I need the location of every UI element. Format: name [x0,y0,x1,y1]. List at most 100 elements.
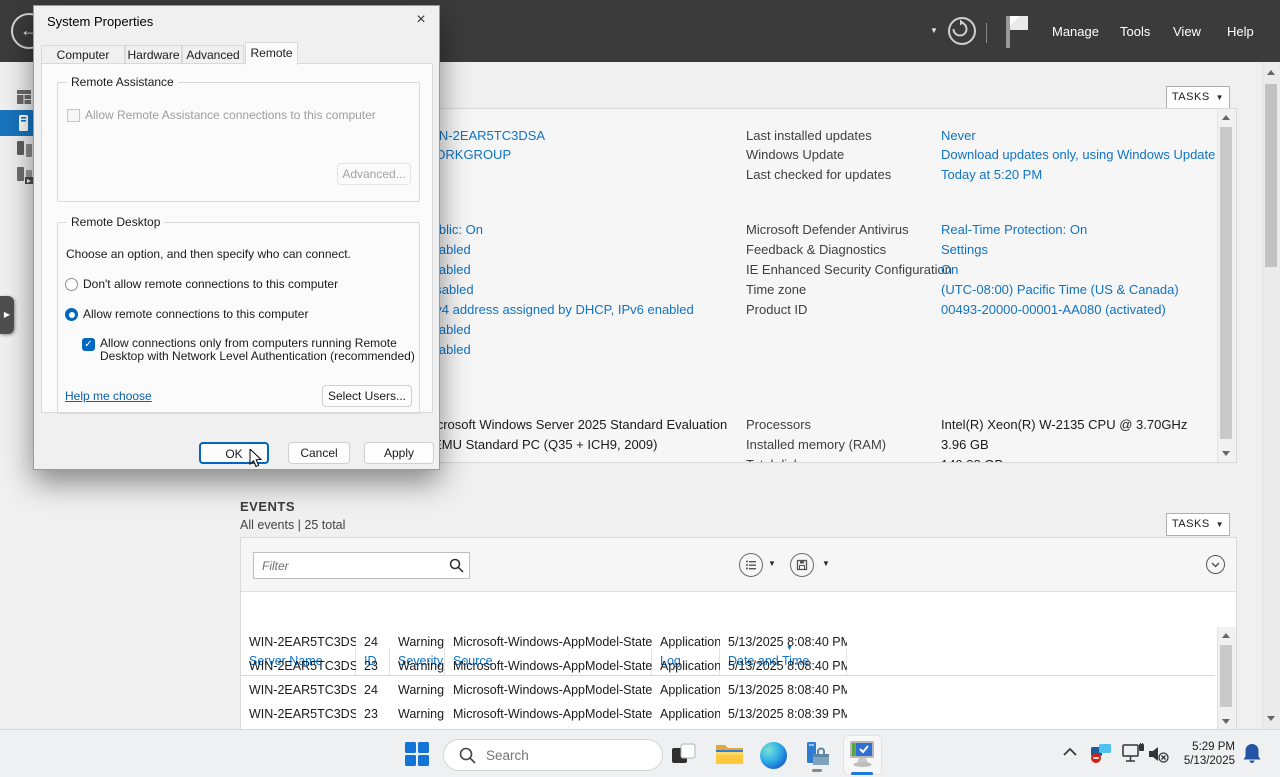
prop-computer-name[interactable]: WIN-2EAR5TC3DSA [423,128,545,143]
prop-label: Product ID [746,302,808,317]
scroll-down-icon[interactable] [1267,716,1275,721]
notifications-bell-icon[interactable] [1242,742,1262,766]
toolbar-separator [986,23,987,43]
events-table: Server Name ID Severity Source Log Date … [241,591,1236,730]
allow-remote-radio[interactable] [65,308,78,321]
network-status-icon[interactable] [1089,742,1113,766]
chevron-down-glyph [1211,562,1220,568]
display-connection-icon[interactable] [1122,743,1146,765]
active-indicator [851,772,873,775]
dashboard-icon [17,90,31,104]
events-subtitle: All events | 25 total [240,518,346,532]
scrollbar-thumb[interactable] [1220,645,1232,707]
start-button[interactable] [404,741,430,767]
search-icon[interactable] [449,558,464,573]
system-properties-app-icon [850,741,874,767]
nla-checkbox[interactable]: ✓ [82,338,95,351]
folder-icon [716,745,743,764]
prop-os-version: Microsoft Windows Server 2025 Standard E… [423,417,728,432]
events-panel: ▼ ▼ Server Name ID Severity Source Log D… [240,537,1237,731]
active-app-tile[interactable] [843,735,882,775]
events-tasks-button[interactable]: TASKS ▼ [1166,513,1230,536]
tab-computer-name[interactable]: Computer Name [41,45,125,80]
select-users-button[interactable]: Select Users... [322,385,412,407]
table-row[interactable]: WIN-2EAR5TC3DSA 23 Warning Microsoft-Windo… [241,654,1215,678]
prop-label: Feedback & Diagnostics [746,242,887,257]
prop-value[interactable]: Never [941,128,976,143]
prop-value[interactable]: Settings [941,242,988,257]
scrollbar-thumb[interactable] [1220,127,1232,439]
nla-label-line1: Allow connections only from computers ru… [100,336,397,350]
advanced-button[interactable]: Advanced... [337,163,411,185]
sidebar-flyout-handle[interactable]: ▶ [0,296,14,334]
scrollbar-thumb[interactable] [1265,84,1277,267]
tab-remote[interactable]: Remote [245,42,298,65]
deny-remote-radio[interactable] [65,278,78,291]
scroll-up-icon[interactable] [1222,633,1230,638]
scroll-up-icon[interactable] [1267,70,1275,75]
table-row[interactable]: WIN-2EAR5TC3DSA 24 Warning Microsoft-Windo… [241,630,1215,654]
prop-ethernet[interactable]: IPv4 address assigned by DHCP, IPv6 enab… [423,302,694,317]
save-query-icon[interactable] [790,553,814,577]
save-caret-icon[interactable]: ▼ [822,559,830,568]
prop-value[interactable]: Real-Time Protection: On [941,222,1087,237]
collapse-panel-icon[interactable] [1206,555,1225,574]
remote-assistance-checkbox-label: Allow Remote Assistance connections to t… [85,108,376,122]
menu-help[interactable]: Help [1227,24,1254,39]
scroll-down-icon[interactable] [1222,719,1230,724]
cancel-button[interactable]: Cancel [288,442,350,464]
filter-criteria-icon[interactable] [739,553,763,577]
events-scrollbar[interactable] [1217,627,1236,730]
remote-assistance-checkbox[interactable] [67,109,80,122]
refresh-glyph [952,19,968,37]
tab-advanced[interactable]: Advanced [182,45,244,64]
prop-value[interactable]: (UTC-08:00) Pacific Time (US & Canada) [941,282,1179,297]
address-dropdown-icon[interactable]: ▼ [930,26,938,35]
prop-value[interactable]: On [941,262,958,277]
tray-clock[interactable]: 5:29 PM 5/13/2025 [1184,740,1235,768]
search-input[interactable] [484,744,648,766]
prop-value[interactable]: 00493-20000-00001-AA080 (activated) [941,302,1166,317]
properties-scrollbar[interactable] [1217,109,1236,462]
file-explorer-button[interactable] [715,741,745,771]
taskbar-search[interactable] [443,739,663,771]
prop-value[interactable]: Download updates only, using Windows Upd… [941,147,1215,162]
refresh-icon[interactable] [948,17,976,45]
hidden-icons-chevron[interactable] [1062,746,1078,758]
notifications-flag-icon[interactable] [1004,14,1030,48]
filter-input[interactable] [260,555,444,576]
table-row[interactable]: WIN-2EAR5TC3DSA 24 Warning Microsoft-Windo… [241,678,1215,702]
prop-label: Last checked for updates [746,167,892,182]
volume-muted-icon[interactable] [1148,745,1170,763]
nla-label-line2: Desktop with Network Level Authenticatio… [100,349,415,363]
menu-tools[interactable]: Tools [1120,24,1150,39]
tab-hardware[interactable]: Hardware [125,45,182,64]
prop-label: Processors [746,417,812,432]
save-glyph [796,559,808,571]
prop-value[interactable]: Today at 5:20 PM [941,167,1042,182]
main-scrollbar[interactable] [1262,62,1280,729]
remote-tab-page: Remote Assistance Allow Remote Assistanc… [41,63,433,414]
prop-label: Windows Update [746,147,845,162]
events-title: EVENTS [240,499,296,514]
server-manager-window: ← ▼ Manage Tools View Help ▶ TASKS ▼ WIN… [0,0,1280,777]
server-manager-button[interactable] [803,741,833,772]
prop-label: IE Enhanced Security Configuration [746,262,952,277]
local-server-icon [19,115,28,131]
scroll-up-icon[interactable] [1222,115,1230,120]
events-filter-field[interactable] [253,552,470,579]
all-servers-icon [17,141,32,157]
filter-caret-icon[interactable]: ▼ [768,559,776,568]
prop-hardware-info: QEMU Standard PC (Q35 + ICH9, 2009) [423,437,658,452]
help-me-choose-link[interactable]: Help me choose [65,389,152,403]
close-icon[interactable]: × [411,10,431,30]
scroll-down-icon[interactable] [1222,451,1230,456]
menu-view[interactable]: View [1173,24,1201,39]
properties-tasks-button[interactable]: TASKS ▼ [1166,86,1230,109]
edge-browser-button[interactable] [760,742,787,769]
apply-button[interactable]: Apply [364,442,434,464]
table-row[interactable]: WIN-2EAR5TC3DSA 23 Warning Microsoft-Windo… [241,702,1215,726]
task-view-button[interactable] [671,743,701,773]
menu-manage[interactable]: Manage [1052,24,1099,39]
remote-desktop-group: Remote Desktop Choose an option, and the… [57,215,420,414]
